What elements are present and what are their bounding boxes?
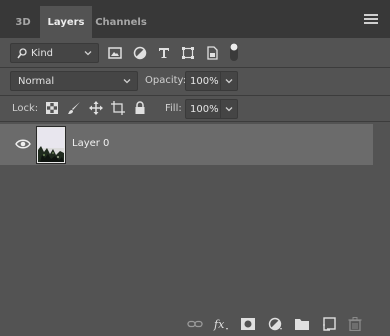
- svg-text:fx: fx: [213, 318, 225, 331]
- chevron-down-icon: [225, 79, 233, 84]
- tab-channels[interactable]: Channels: [92, 6, 150, 38]
- panel-menu-icon[interactable]: [364, 14, 378, 24]
- type-filter-icon[interactable]: [156, 45, 172, 61]
- layer-name: Layer 0: [72, 138, 110, 149]
- pixel-filter-icon[interactable]: [107, 45, 123, 61]
- fill-input[interactable]: 100%: [185, 99, 221, 119]
- adjustment-filter-icon[interactable]: [132, 45, 148, 61]
- opacity-input[interactable]: 100%: [185, 71, 221, 91]
- lock-artboard-icon[interactable]: [110, 100, 126, 116]
- thumbnail-image: [38, 128, 64, 162]
- delete-layer-icon[interactable]: [347, 317, 363, 331]
- adjustment-layer-icon[interactable]: [267, 317, 283, 331]
- opacity-label: Opacity:: [145, 75, 187, 86]
- lock-position-icon[interactable]: [88, 100, 104, 116]
- divider: [0, 95, 390, 96]
- search-icon: [17, 47, 27, 58]
- lock-transparent-icon[interactable]: [44, 100, 60, 116]
- kind-label: Kind: [31, 47, 54, 59]
- divider: [0, 121, 390, 122]
- link-layers-icon[interactable]: [187, 317, 203, 331]
- tab-layers[interactable]: Layers: [40, 6, 92, 38]
- tab-3d[interactable]: 3D: [6, 6, 40, 38]
- visibility-eye-icon[interactable]: [15, 138, 31, 150]
- lock-label: Lock:: [12, 103, 39, 114]
- divider: [0, 67, 390, 68]
- layer-thumbnail[interactable]: [36, 126, 66, 164]
- add-mask-icon[interactable]: [240, 317, 256, 331]
- lock-image-icon[interactable]: [66, 100, 82, 116]
- new-layer-icon[interactable]: [320, 317, 336, 331]
- layer-row[interactable]: Layer 0: [0, 124, 373, 165]
- chevron-down-icon: [225, 107, 233, 112]
- chevron-down-icon: [123, 79, 131, 84]
- chevron-down-icon: [84, 51, 92, 56]
- filter-toggle[interactable]: [229, 42, 239, 62]
- blend-mode-select[interactable]: Normal: [10, 71, 138, 91]
- blend-mode-value: Normal: [18, 75, 55, 87]
- new-group-icon[interactable]: [294, 317, 310, 331]
- shape-filter-icon[interactable]: [180, 45, 196, 61]
- smart-object-filter-icon[interactable]: [204, 45, 220, 61]
- layer-style-icon[interactable]: fx: [213, 317, 229, 331]
- fill-dropdown[interactable]: [221, 99, 238, 119]
- panel-tab-bar: 3D Layers Channels: [0, 0, 390, 38]
- opacity-dropdown[interactable]: [221, 71, 238, 91]
- fill-label: Fill:: [165, 103, 182, 114]
- kind-filter-select[interactable]: Kind: [10, 43, 99, 63]
- lock-all-icon[interactable]: [132, 100, 148, 116]
